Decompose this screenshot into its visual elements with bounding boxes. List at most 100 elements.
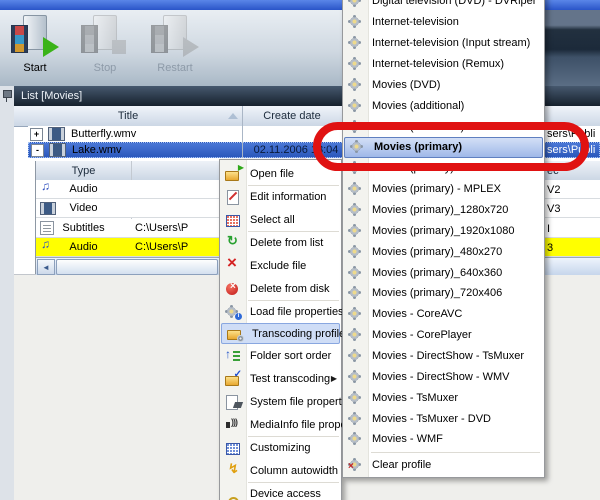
start-label: Start	[23, 62, 46, 74]
right-dock-panel	[542, 10, 600, 86]
open-folder-icon	[224, 166, 242, 182]
menu-item-edit-information[interactable]: Edit information	[220, 185, 341, 208]
menu-item-select-all[interactable]: Select all	[220, 208, 341, 231]
collapse-icon[interactable]: -	[31, 144, 44, 157]
gear-clear-icon	[347, 457, 365, 473]
start-button[interactable]: Start	[4, 14, 66, 82]
menu-item-load-file-properties[interactable]: Load file properties	[220, 300, 341, 323]
submenu-item-profile[interactable]: Movies - TsMuxer - DVD	[343, 408, 544, 429]
gear-icon	[349, 139, 367, 155]
restart-button[interactable]: Restart	[144, 14, 206, 82]
submenu-item-clear-profile[interactable]: Clear profile	[343, 455, 544, 476]
gear-icon	[347, 431, 365, 447]
video-file-icon	[48, 127, 65, 141]
recycle-icon	[224, 235, 242, 251]
menu-item-delete-from-disk[interactable]: Delete from disk	[220, 277, 341, 300]
submenu-item-profile[interactable]: Movies (primary)_1280x720	[343, 200, 544, 221]
submenu-item-profile[interactable]: Internet-television (Input stream)	[343, 33, 544, 54]
file-path-fragment: sers\Publi	[547, 128, 595, 140]
gear-icon	[347, 14, 365, 30]
pin-icon[interactable]	[3, 90, 10, 102]
submenu-item-profile[interactable]: Movies (primary) - MPLEX	[343, 179, 544, 200]
menu-item-device-access[interactable]: Device access	[220, 482, 341, 500]
gear-icon	[347, 181, 365, 197]
gear-icon	[347, 160, 365, 176]
submenu-item-profile[interactable]: Movies - DirectShow - TsMuxer	[343, 346, 544, 367]
codec-header-fragment: ec	[547, 165, 559, 177]
codec-fragment: V3	[547, 203, 560, 215]
stop-button[interactable]: Stop	[74, 14, 136, 82]
submenu-item-profile[interactable]: Movies - CorePlayer	[343, 325, 544, 346]
submenu-item-profile[interactable]: Movies - DirectShow - WMV	[343, 366, 544, 387]
scroll-left-icon[interactable]: ◄	[37, 259, 55, 275]
submenu-item-profile[interactable]: Movies (primary)_720x406	[343, 283, 544, 304]
expand-icon[interactable]: +	[30, 128, 43, 141]
codec-fragment: V2	[547, 184, 560, 196]
submenu-item-profile[interactable]: Internet-television (Remux)	[343, 54, 544, 75]
test-folder-icon	[224, 371, 242, 387]
gear-icon	[347, 306, 365, 322]
menu-item-system-file-properties[interactable]: System file properties	[220, 390, 341, 413]
video-file-icon	[49, 143, 66, 157]
submenu-item-profile[interactable]: Movies - CoreAVC	[343, 304, 544, 325]
menu-item-exclude-file[interactable]: Exclude file	[220, 254, 341, 277]
submenu-item-profile[interactable]: Movies (additional)	[343, 95, 544, 116]
gear-icon	[347, 327, 365, 343]
gear-icon	[347, 98, 365, 114]
submenu-item-profile[interactable]: Internet-television	[343, 12, 544, 33]
gear-icon	[347, 348, 365, 364]
key-icon	[224, 486, 242, 500]
submenu-item-profile[interactable]: Movies (primary) - MENCODER	[343, 158, 544, 179]
stop-icon	[80, 14, 130, 60]
transcoding-profile-submenu: Digital television (DVD) - DVRiper Inter…	[342, 0, 545, 478]
submenu-arrow-icon: ▶	[331, 374, 341, 383]
red-cross-icon	[224, 258, 242, 274]
gear-icon	[347, 265, 365, 281]
menu-item-column-autowidth[interactable]: Column autowidth	[220, 459, 341, 482]
menu-item-open-file[interactable]: Open file	[220, 162, 341, 185]
edit-icon	[224, 189, 242, 205]
gear-icon	[347, 390, 365, 406]
restart-icon	[150, 14, 200, 60]
system-page-icon	[224, 394, 242, 410]
speaker-icon	[224, 417, 242, 433]
stop-label: Stop	[94, 62, 117, 74]
menu-item-customizing[interactable]: Customizing	[220, 436, 341, 459]
submenu-item-profile[interactable]: Movies (primary)_640x360	[343, 262, 544, 283]
column-header-type[interactable]: Type	[36, 161, 131, 180]
gear-icon	[347, 119, 365, 135]
submenu-item-profile[interactable]: Movies - TsMuxer	[343, 387, 544, 408]
application-window: Start Stop Restart List [Movies] Title C…	[0, 0, 600, 500]
menu-item-test-transcoding[interactable]: Test transcoding ▶	[220, 367, 341, 390]
submenu-item-profile[interactable]: Movies - WMF	[343, 429, 544, 450]
menu-item-delete-from-list[interactable]: Delete from list	[220, 231, 341, 254]
menu-item-transcoding-profile[interactable]: Transcoding profile ▶	[221, 323, 340, 344]
gear-icon	[347, 56, 365, 72]
restart-label: Restart	[157, 62, 192, 74]
submenu-item-profile[interactable]: Movies (primary)_480x270	[343, 241, 544, 262]
file-path-fragment: sers\Publi	[547, 144, 595, 156]
gear-icon	[347, 411, 365, 427]
column-header-title[interactable]: Title	[28, 106, 228, 126]
grid-blue-icon	[224, 440, 242, 456]
file-title: Lake.wmv	[72, 144, 122, 156]
context-menu: Open file Edit information Select all De…	[219, 159, 342, 500]
start-icon	[10, 14, 60, 60]
menu-item-folder-sort-order[interactable]: Folder sort order	[220, 344, 341, 367]
codec-fragment: I	[547, 223, 550, 235]
scrollbar-thumb[interactable]	[56, 259, 218, 275]
codec-fragment: 3	[547, 242, 553, 254]
column-divider	[242, 106, 243, 158]
submenu-item-movies-primary-selected[interactable]: Movies (primary)	[344, 137, 543, 158]
menu-item-mediainfo-file-properties[interactable]: MediaInfo file properties	[220, 413, 341, 436]
gear-icon	[347, 77, 365, 93]
sort-icon	[224, 348, 242, 364]
column-header-create-date[interactable]: Create date	[230, 106, 354, 126]
file-title: Butterfly.wmv	[71, 128, 136, 140]
submenu-item-profile[interactable]: Movies (DVD)	[343, 74, 544, 95]
submenu-item-profile[interactable]: Movies (primary)_1920x1080	[343, 220, 544, 241]
profile-folder-icon	[226, 326, 244, 342]
submenu-item-profile[interactable]: Digital television (DVD) - DVRiper	[343, 0, 544, 12]
submenu-item-profile[interactable]: Movies (additional) - WMV	[343, 116, 544, 137]
gear-icon	[347, 202, 365, 218]
